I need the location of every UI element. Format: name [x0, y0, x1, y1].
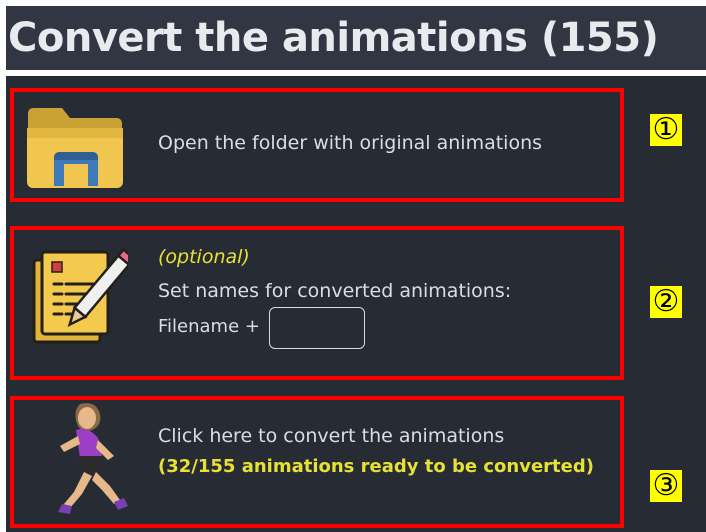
filename-suffix-input[interactable]	[269, 307, 365, 349]
step-badge-2: ②	[650, 286, 682, 318]
page-title: Convert the animations (155)	[8, 15, 659, 61]
filename-label: Filename +	[158, 316, 260, 337]
optional-label: (optional)	[158, 246, 250, 268]
convert-label: Click here to convert the animations	[158, 425, 505, 447]
open-folder-label: Open the folder with original animations	[158, 132, 543, 154]
header-bar: Convert the animations (155)	[6, 6, 706, 70]
step-badge-3: ③	[650, 470, 682, 502]
set-names-label: Set names for converted animations:	[158, 280, 512, 302]
ready-count-status: (32/155 animations ready to be converted…	[158, 456, 594, 477]
folder-icon	[27, 108, 123, 188]
running-woman-icon	[58, 403, 128, 514]
notepad-pencil-icon	[32, 247, 128, 344]
step-badge-1: ①	[650, 114, 682, 146]
